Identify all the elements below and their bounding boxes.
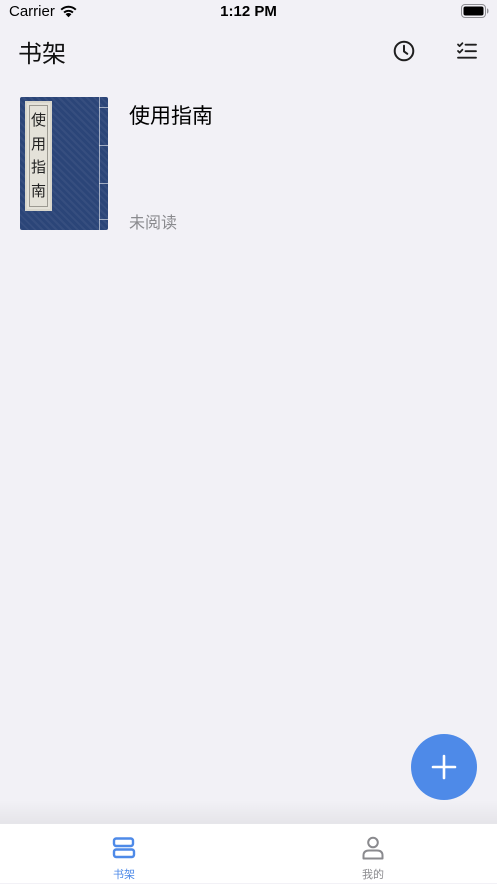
cover-label: 使 用 指 南: [25, 101, 52, 211]
bookshelf-icon: [112, 837, 136, 859]
history-button[interactable]: [389, 36, 419, 66]
tab-bar-shadow: [0, 800, 497, 823]
tab-bar: 书架 我的: [0, 823, 497, 883]
cover-char: 南: [30, 181, 46, 200]
book-item[interactable]: 使 用 指 南 使用指南 未阅读: [20, 97, 480, 232]
cover-stitch: [99, 145, 108, 146]
cover-binding: [99, 97, 100, 230]
tab-label: 我的: [362, 868, 384, 881]
cover-stitch: [99, 219, 108, 220]
add-book-button[interactable]: [411, 734, 477, 800]
plus-icon: [431, 754, 457, 780]
tab-bookshelf[interactable]: 书架: [0, 824, 248, 884]
book-cover: 使 用 指 南: [20, 97, 108, 230]
manage-button[interactable]: [452, 36, 482, 66]
battery-icon: [461, 4, 489, 18]
cover-char: 使: [30, 111, 46, 130]
cover-char: 用: [30, 134, 46, 153]
page-title: 书架: [18, 40, 66, 68]
status-bar: Carrier 1:12 PM: [0, 0, 497, 26]
tab-mine[interactable]: 我的: [249, 824, 497, 884]
cover-stitch: [99, 183, 108, 184]
clock-icon: [393, 40, 415, 62]
cover-stitch: [99, 107, 108, 108]
book-title: 使用指南: [129, 104, 213, 128]
checklist-icon: [457, 42, 477, 59]
person-icon: [362, 836, 384, 860]
book-read-status: 未阅读: [129, 213, 178, 232]
cover-char: 指: [30, 158, 46, 177]
cover-label-frame: 使 用 指 南: [29, 105, 48, 207]
clock-time: 1:12 PM: [220, 3, 277, 20]
tab-label: 书架: [113, 868, 135, 881]
